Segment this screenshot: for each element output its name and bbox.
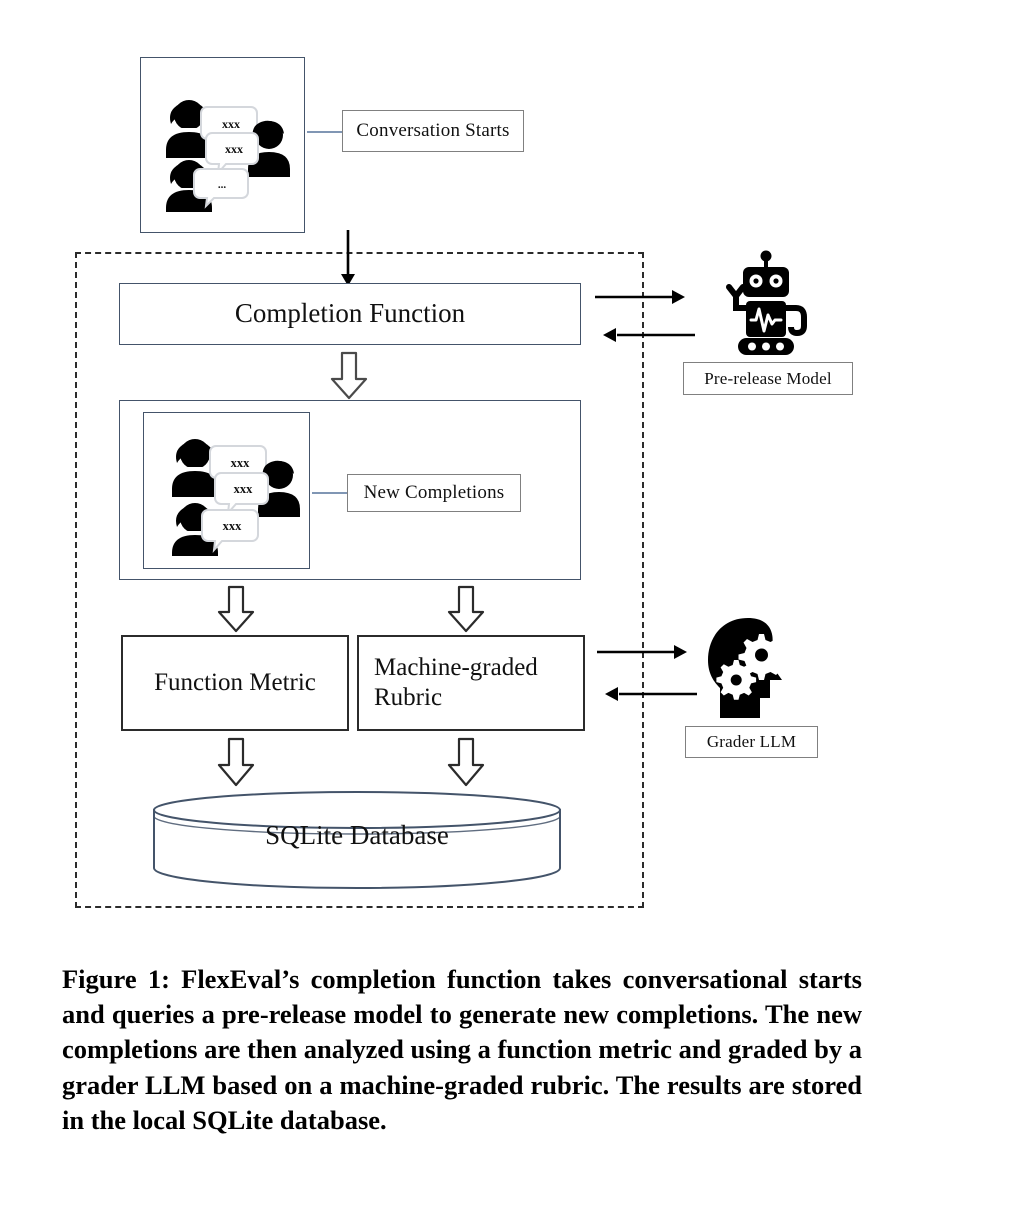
speech-bubble-text-2: xxx <box>225 142 243 156</box>
block-arrow-to-machine-graded-rubric <box>444 585 488 633</box>
new-completions-callout-connector <box>312 492 347 494</box>
sqlite-database-cylinder: SQLite Database <box>152 790 562 890</box>
rubric-to-grader-arrows <box>597 640 697 702</box>
figure-caption: Figure 1: FlexEval’s completion function… <box>62 964 862 1135</box>
function-metric-box: Function Metric <box>121 635 349 731</box>
function-metric-label: Function Metric <box>154 668 316 696</box>
speech-bubble-text-2: xxx <box>234 482 254 496</box>
machine-graded-rubric-box: Machine-graded Rubric <box>357 635 585 731</box>
head-with-gears-icon <box>702 616 800 724</box>
block-arrow-to-function-metric <box>214 585 258 633</box>
pre-release-model-label: Pre-release Model <box>704 368 832 388</box>
sqlite-database-label: SQLite Database <box>265 820 449 850</box>
grader-llm-callout: Grader LLM <box>685 726 818 758</box>
speech-bubble-text-1: xxx <box>222 117 240 131</box>
grader-llm-label: Grader LLM <box>706 732 797 751</box>
conversation-callout-connector <box>307 131 342 133</box>
pre-release-model-callout: Pre-release Model <box>683 362 853 395</box>
block-arrow-completion-to-completions <box>326 351 372 400</box>
completion-function-label: Completion Function <box>234 298 466 329</box>
conversation-starts-callout-label: Conversation Starts <box>356 120 510 141</box>
conversation-to-completion-arrow <box>336 230 360 288</box>
figure-diagram: xxx xxx ... Conversation Starts Completi… <box>0 0 1030 940</box>
completion-function-box: Completion Function <box>119 283 581 345</box>
block-arrow-metric-to-database <box>214 737 258 787</box>
completion-to-model-arrows <box>595 285 695 345</box>
new-completions-avatars-group: xxx xxx xxx <box>166 424 302 556</box>
robot-icon <box>716 250 816 358</box>
conversation-starts-callout: Conversation Starts <box>342 110 524 152</box>
speech-bubble-text-3: ... <box>218 179 227 191</box>
conversation-avatars-group: xxx xxx ... <box>160 78 290 212</box>
block-arrow-rubric-to-database <box>444 737 488 787</box>
machine-graded-rubric-label: Machine-graded Rubric <box>374 654 538 711</box>
speech-bubble-text-1: xxx <box>231 456 251 470</box>
new-completions-callout: New Completions <box>347 474 521 512</box>
new-completions-callout-label: New Completions <box>363 482 505 503</box>
speech-bubble-text-3: xxx <box>223 519 243 533</box>
